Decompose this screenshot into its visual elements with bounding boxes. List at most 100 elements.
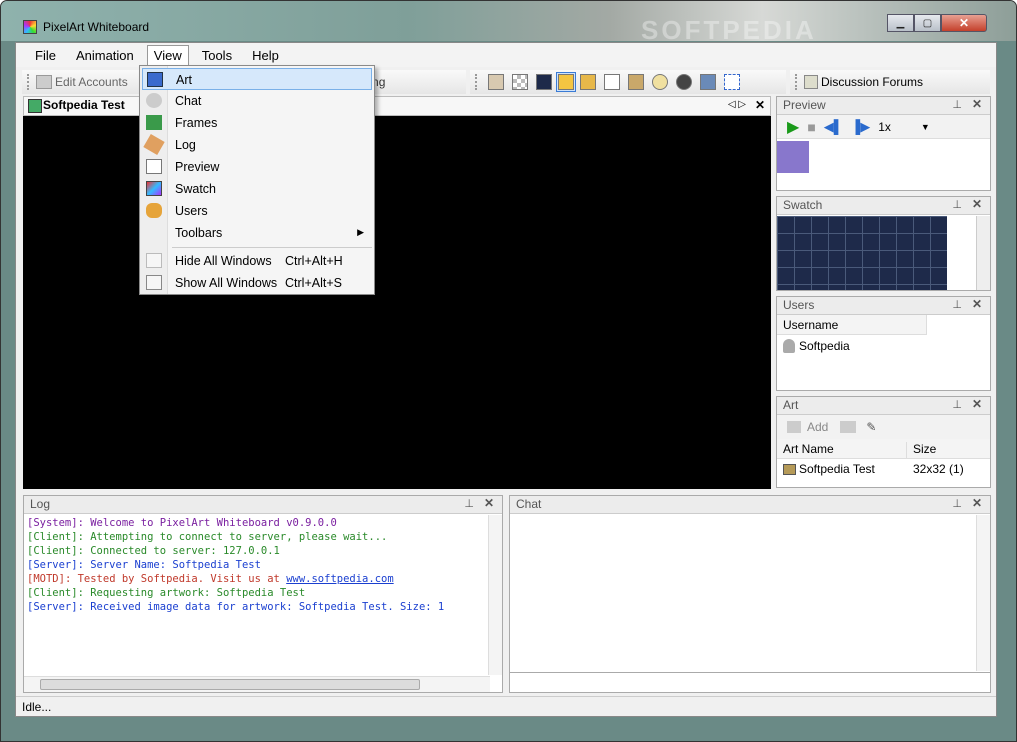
rectangle-icon[interactable]	[604, 74, 620, 90]
add-art-button[interactable]: Add	[807, 420, 828, 434]
view-menu-item-preview[interactable]: Preview	[142, 156, 372, 178]
log-line-tag: [MOTD]	[27, 573, 65, 585]
panel-close-icon[interactable]: ✕	[972, 297, 982, 311]
chat-scrollbar[interactable]	[976, 515, 990, 671]
next-frame-icon[interactable]: ▐▶	[851, 119, 870, 135]
ellipse-icon[interactable]	[652, 74, 668, 90]
log-line: [MOTD]: Tested by Softpedia. Visit us at…	[27, 572, 483, 586]
panel-close-icon[interactable]: ✕	[972, 197, 982, 211]
play-icon[interactable]: ▶	[787, 117, 799, 137]
username-column-header[interactable]: Username	[777, 315, 927, 335]
delete-art-icon[interactable]	[840, 421, 857, 433]
pin-icon[interactable]: ⊥	[952, 198, 962, 211]
toolbar-grip[interactable]	[475, 74, 479, 90]
pin-icon[interactable]: ⊥	[952, 398, 962, 411]
drawing-canvas[interactable]	[23, 116, 771, 489]
preview-image	[777, 141, 809, 173]
toolbar-grip[interactable]	[27, 74, 31, 90]
document-icon	[28, 99, 42, 113]
pencil-icon[interactable]	[558, 74, 574, 90]
toolbar-grip[interactable]	[795, 74, 799, 90]
view-menu-item-toolbars[interactable]: Toolbars ▶	[142, 222, 372, 244]
art-window-icon	[147, 72, 163, 87]
color-swatch-icon[interactable]	[536, 74, 552, 90]
bucket-icon[interactable]	[700, 74, 716, 90]
view-menu-item-users[interactable]: Users	[142, 200, 372, 222]
panel-close-icon[interactable]: ✕	[972, 97, 982, 111]
panel-close-icon[interactable]: ✕	[972, 397, 982, 411]
art-panel: Art ⊥ ✕ Add ✎ Art Name Size Softpedia Test…	[776, 396, 991, 488]
minimize-button[interactable]: ▁	[887, 14, 914, 32]
maximize-button[interactable]: ▢	[914, 14, 941, 32]
log-line-text: : Welcome to PixelArt Whiteboard v0.9.0.…	[77, 517, 337, 529]
log-line-tag: [Client]	[27, 545, 78, 557]
view-menu-item-log[interactable]: Log	[142, 134, 372, 156]
view-menu-item-hide-all[interactable]: Hide All Windows Ctrl+Alt+H	[142, 250, 372, 272]
artwork-icon	[783, 463, 796, 475]
log-line: [Client]: Requesting artwork: Softpedia …	[27, 586, 483, 600]
menu-file[interactable]: File	[25, 45, 66, 66]
line-icon[interactable]	[580, 74, 596, 90]
swatch-title: Swatch	[783, 198, 823, 212]
select-icon[interactable]	[724, 74, 740, 90]
app-window: PixelArt Whiteboard SOFTPEDIA ▁ ▢ ✕ File…	[0, 0, 1017, 742]
chevron-down-icon[interactable]: ▼	[921, 122, 930, 132]
chat-input[interactable]	[510, 672, 990, 692]
view-menu-item-swatch[interactable]: Swatch	[142, 178, 372, 200]
view-menu-item-art[interactable]: Art	[142, 68, 372, 90]
view-menu-item-chat[interactable]: Chat	[142, 90, 372, 112]
art-row[interactable]: Softpedia Test 32x32 (1)	[777, 459, 990, 476]
view-menu-item-frames[interactable]: Frames	[142, 112, 372, 134]
document-tab-strip: Softpedia Test ◁ ▷ ✕	[23, 96, 771, 116]
panel-close-icon[interactable]: ✕	[484, 496, 494, 510]
brush-icon[interactable]: ✎	[866, 420, 876, 434]
document-close-icon[interactable]: ✕	[755, 98, 765, 112]
fill-rect-icon[interactable]	[628, 74, 644, 90]
fill-ellipse-icon[interactable]	[676, 74, 692, 90]
swatch-panel: Swatch ⊥ ✕	[776, 196, 991, 291]
document-tab[interactable]: Softpedia Test	[43, 98, 125, 112]
panel-close-icon[interactable]: ✕	[972, 496, 982, 510]
menu-tools[interactable]: Tools	[192, 45, 242, 66]
edit-accounts-button[interactable]: Edit Accounts	[55, 75, 128, 89]
log-line: [Server]: Server Name: Softpedia Test	[27, 558, 483, 572]
log-line-text: : Requesting artwork: Softpedia Test	[77, 587, 306, 599]
discussion-forums-button[interactable]: Discussion Forums	[821, 75, 923, 89]
title-bar[interactable]: PixelArt Whiteboard SOFTPEDIA ▁ ▢ ✕	[1, 1, 1016, 45]
log-output[interactable]: [System]: Welcome to PixelArt Whiteboard…	[24, 514, 486, 674]
log-icon	[143, 134, 165, 155]
swatch-scrollbar[interactable]	[976, 216, 990, 290]
log-line-text: : Attempting to connect to server, pleas…	[77, 531, 388, 543]
swatch-icon	[146, 181, 162, 196]
stop-icon[interactable]: ■	[807, 119, 815, 135]
swatch-grid[interactable]	[777, 216, 947, 290]
log-vertical-scrollbar[interactable]	[488, 515, 502, 675]
log-line: [Client]: Attempting to connect to serve…	[27, 530, 483, 544]
menu-animation[interactable]: Animation	[66, 45, 144, 66]
menu-view[interactable]: View	[146, 45, 189, 65]
view-menu-item-show-all[interactable]: Show All Windows Ctrl+Alt+S	[142, 272, 372, 294]
log-horizontal-scrollbar[interactable]	[24, 676, 490, 692]
submenu-arrow-icon: ▶	[357, 227, 364, 237]
log-line-text: : Connected to server: 127.0.0.1	[77, 545, 280, 557]
pin-icon[interactable]: ⊥	[952, 98, 962, 111]
status-bar: Idle...	[16, 696, 996, 716]
user-row[interactable]: Softpedia	[777, 335, 990, 357]
preview-title: Preview	[783, 98, 826, 112]
transparent-grid-icon[interactable]	[512, 74, 528, 90]
chat-history[interactable]	[510, 515, 976, 671]
chat-panel: Chat ⊥ ✕	[509, 495, 991, 693]
tab-scroll-icon[interactable]: ◁ ▷	[728, 99, 746, 110]
speed-select[interactable]: 1x	[878, 120, 891, 134]
art-name-column-header[interactable]: Art Name	[777, 442, 907, 458]
pin-icon[interactable]: ⊥	[952, 298, 962, 311]
prev-frame-icon[interactable]: ◀▌	[824, 119, 843, 135]
pin-icon[interactable]: ⊥	[464, 497, 474, 510]
art-size-column-header[interactable]: Size	[907, 442, 936, 458]
image-icon[interactable]	[488, 74, 504, 90]
menu-help[interactable]: Help	[242, 45, 289, 66]
log-link[interactable]: www.softpedia.com	[286, 573, 393, 585]
pin-icon[interactable]: ⊥	[952, 497, 962, 510]
scroll-thumb[interactable]	[40, 679, 420, 690]
close-button[interactable]: ✕	[941, 14, 987, 32]
